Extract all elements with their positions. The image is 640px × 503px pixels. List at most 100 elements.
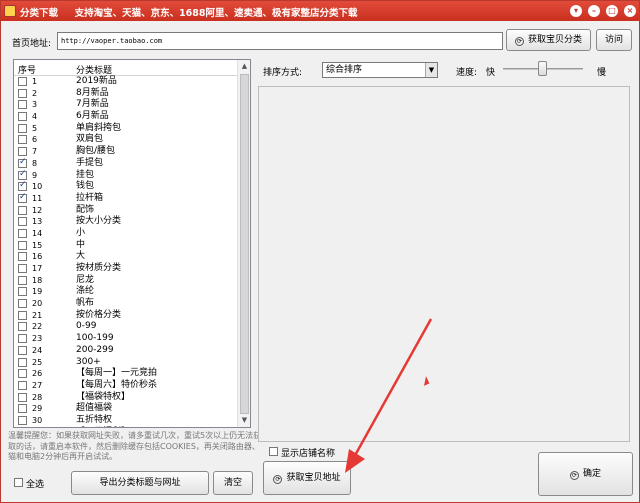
row-checkbox[interactable] [18,415,27,425]
row-title: 大 [76,251,86,262]
scroll-thumb[interactable] [240,74,249,414]
row-checkbox[interactable] [18,322,27,332]
list-item[interactable]: 22 0-99 [14,321,238,333]
list-item[interactable]: 12 配饰 [14,205,238,217]
arrow-shaft [351,318,433,460]
row-checkbox[interactable] [18,77,27,86]
row-checkbox[interactable] [18,135,27,145]
list-item[interactable]: 4 6月新品 [14,111,238,123]
row-title: 小 [76,227,86,238]
row-checkbox[interactable] [18,112,27,122]
row-checkbox[interactable] [18,287,27,297]
chevron-down-icon[interactable]: ▼ [425,63,437,77]
clear-button[interactable]: 清空 [213,471,253,495]
list-item[interactable]: 21 按价格分类 [14,310,238,322]
list-item[interactable]: 14 小 [14,228,238,240]
get-categories-button[interactable]: ⟳ 获取宝贝分类 [506,29,591,51]
row-checkbox[interactable] [18,334,27,344]
list-item[interactable]: 29 超值福袋 [14,403,238,415]
speed-slider-thumb[interactable] [538,61,547,76]
confirm-button[interactable]: ⟳ 确定 [538,452,633,496]
row-title: 200-299 [76,344,114,355]
show-shop-name-checkbox[interactable] [269,447,278,456]
row-checkbox[interactable] [18,404,27,414]
row-number: 31 [32,427,42,428]
list-item[interactable]: 1 2019新品 [14,76,238,88]
row-checkbox[interactable] [18,392,27,402]
row-number: 13 [32,217,43,227]
minimize-icon[interactable]: – [588,5,600,17]
row-checkbox[interactable] [18,380,27,390]
row-number: 5 [32,123,38,133]
row-checkbox[interactable] [18,240,27,250]
sort-select[interactable]: 综合排序 ▼ [322,62,438,78]
scroll-up-icon[interactable]: ▲ [238,60,250,73]
scroll-down-icon[interactable]: ▼ [238,414,250,427]
list-item[interactable]: 5 单肩斜挎包 [14,123,238,135]
app-icon [4,5,16,17]
list-item[interactable]: 2 8月新品 [14,88,238,100]
row-checkbox[interactable] [18,252,27,262]
row-checkbox[interactable] [18,157,27,168]
row-checkbox[interactable] [18,228,27,238]
row-number: 12 [32,205,43,215]
row-title: 【一元福利】 [76,427,130,428]
row-checkbox[interactable] [18,169,27,180]
list-item[interactable]: 9 挂包 [14,169,238,182]
row-checkbox[interactable] [18,275,27,285]
list-item[interactable]: 30 五折特权 [14,415,238,427]
export-button[interactable]: 导出分类标题与网址 [71,471,209,495]
select-all-checkbox[interactable] [14,478,23,487]
close-icon[interactable]: × [624,5,636,17]
row-checkbox[interactable] [18,217,27,227]
list-item[interactable]: 8 手提包 [14,157,238,170]
row-title: 【每周六】特价秒杀 [76,379,158,390]
row-checkbox[interactable] [18,88,27,98]
row-checkbox[interactable] [18,299,27,309]
row-title: 配饰 [76,204,95,215]
list-item[interactable]: 3 7月新品 [14,99,238,111]
list-item[interactable]: 27 【每周六】特价秒杀 [14,380,238,392]
list-item[interactable]: 24 200-299 [14,345,238,357]
list-item[interactable]: 18 尼龙 [14,275,238,287]
row-checkbox[interactable] [18,205,27,215]
list-item[interactable]: 10 钱包 [14,180,238,193]
row-number: 18 [32,275,43,285]
row-checkbox[interactable] [18,357,27,367]
row-checkbox[interactable] [18,100,27,110]
row-number: 23 [32,334,43,344]
row-title: 按材质分类 [76,263,122,273]
list-item[interactable]: 13 按大小分类 [14,216,238,228]
list-item[interactable]: 11 拉杆箱 [14,192,238,205]
list-item[interactable]: 31 【一元福利】 [14,427,238,428]
row-checkbox[interactable] [18,147,27,157]
list-item[interactable]: 7 胸包/腰包 [14,146,238,158]
list-rows: 1 2019新品 2 8月新品 3 7月新品 4 6月新品 5 单肩斜挎包 6 双肩包 7 胸包/腰包 8 手… [14,76,238,428]
list-item[interactable]: 19 涤纶 [14,286,238,298]
list-item[interactable]: 6 双肩包 [14,134,238,146]
list-item[interactable]: 26 【每周一】一元竞拍 [14,368,238,380]
list-item[interactable]: 20 帆布 [14,298,238,310]
list-item[interactable]: 25 300+ [14,357,238,369]
row-checkbox[interactable] [18,180,27,192]
row-checkbox[interactable] [18,310,27,320]
home-url-input[interactable]: http://vaoper.taobao.com [57,32,503,50]
visit-button[interactable]: 访问 [596,29,632,51]
list-item[interactable]: 15 中 [14,240,238,252]
list-item[interactable]: 23 100-199 [14,333,238,345]
list-item[interactable]: 17 按材质分类 [14,263,238,275]
maximize-icon[interactable]: □ [606,5,618,17]
row-checkbox[interactable] [18,369,27,379]
list-item[interactable]: 16 大 [14,251,238,263]
list-scrollbar[interactable]: ▲ ▼ [237,60,250,427]
row-checkbox[interactable] [18,345,27,355]
row-checkbox[interactable] [18,123,27,133]
app-name: 分类下载 [20,8,59,19]
list-item[interactable]: 28 【福袋特权】 [14,392,238,404]
row-checkbox[interactable] [18,264,27,273]
speed-fast-label: 快 [486,68,496,78]
row-checkbox[interactable] [18,192,27,203]
skin-icon[interactable]: ▾ [570,5,582,17]
row-title: 6月新品 [76,111,109,122]
main-window: 分类下载 支持淘宝、天猫、京东、1688阿里、速卖通、极有家整店分类下载 ▾ –… [0,0,640,503]
